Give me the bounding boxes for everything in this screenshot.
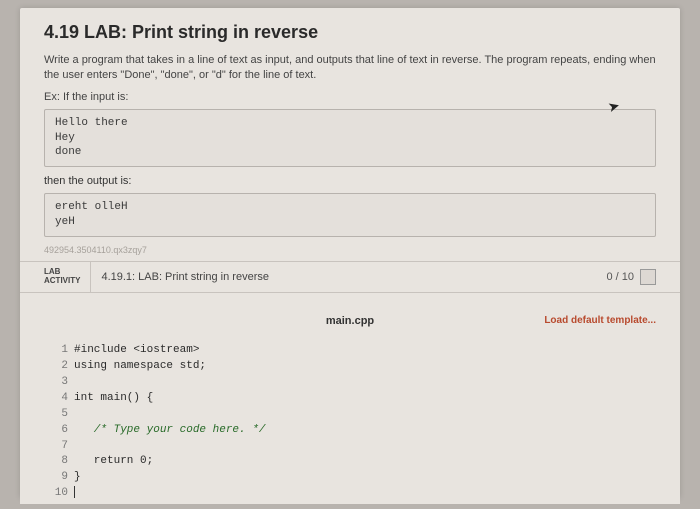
- code-content[interactable]: #include <iostream> using namespace std;…: [74, 341, 265, 504]
- activity-label-line2: ACTIVITY: [44, 277, 80, 286]
- example-input-box: Hello there Hey done: [44, 109, 656, 168]
- activity-title: 4.19.1: LAB: Print string in reverse: [91, 262, 606, 292]
- activity-score: 0 / 10: [606, 262, 656, 292]
- filename-label: main.cpp: [326, 315, 374, 327]
- activity-type-label: LAB ACTIVITY: [44, 262, 91, 292]
- code-editor[interactable]: 12345678910 #include <iostream> using na…: [20, 341, 680, 504]
- line-number-gutter: 12345678910: [20, 341, 74, 504]
- score-text: 0 / 10: [606, 271, 634, 283]
- example-output-label: then the output is:: [44, 175, 656, 187]
- lab-page: 4.19 LAB: Print string in reverse Write …: [20, 8, 680, 498]
- lab-description: Write a program that takes in a line of …: [44, 53, 656, 83]
- text-cursor: [74, 486, 75, 498]
- example-input-label: Ex: If the input is:: [44, 91, 656, 103]
- score-box-icon: [640, 269, 656, 285]
- load-default-template-button[interactable]: Load default template...: [544, 315, 656, 326]
- example-output-box: ereht olleH yeH: [44, 193, 656, 237]
- page-title: 4.19 LAB: Print string in reverse: [44, 22, 656, 43]
- activity-header: LAB ACTIVITY 4.19.1: LAB: Print string i…: [20, 261, 680, 293]
- file-header-row: main.cpp Load default template...: [20, 307, 680, 335]
- watermark-id: 492954.3504110.qx3zqy7: [44, 245, 656, 255]
